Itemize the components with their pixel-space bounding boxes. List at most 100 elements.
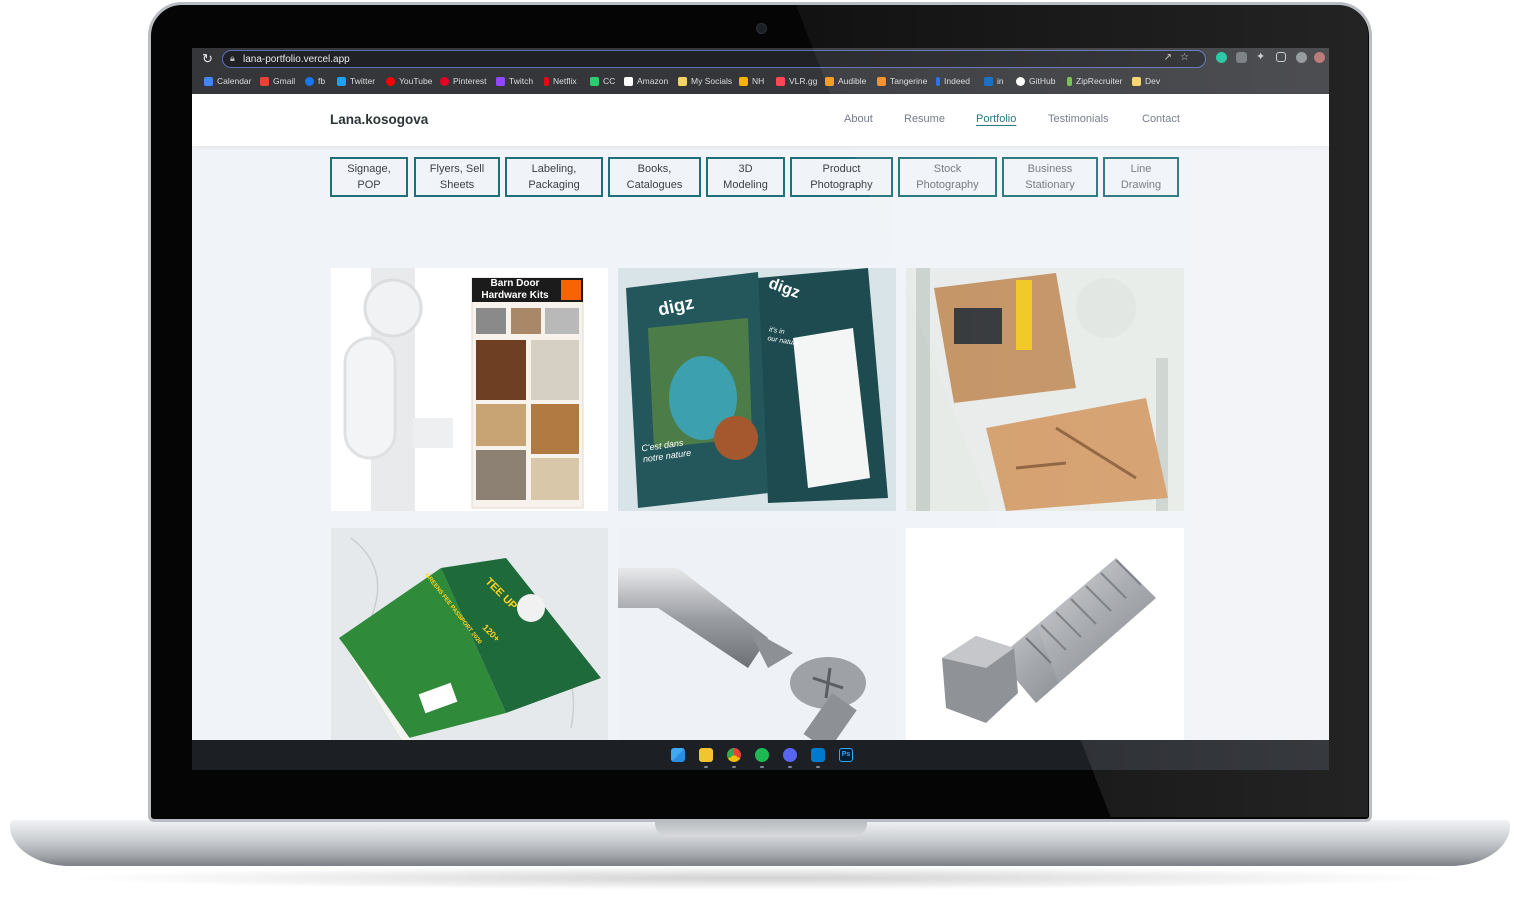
bookmark-star-icon[interactable]: ↗☆ <box>1164 52 1197 63</box>
filter-product-photography[interactable]: Product Photography <box>790 157 893 197</box>
filter-line-drawing[interactable]: Line Drawing <box>1103 157 1179 197</box>
audible-icon <box>825 76 834 86</box>
bookmark-tangerine[interactable]: Tangerine <box>877 76 927 86</box>
filter-label-line2: Drawing <box>1120 179 1162 191</box>
folder-icon <box>1132 76 1141 86</box>
file-explorer-icon[interactable] <box>699 748 713 762</box>
nav-contact[interactable]: Contact <box>1142 113 1180 125</box>
filter-label-line1: Line <box>1130 163 1152 175</box>
filter-label-line1: Labeling, <box>531 163 577 175</box>
twitch-icon <box>496 76 505 86</box>
puzzle-icon[interactable]: ✦ <box>1256 52 1267 63</box>
bookmark-gmail[interactable]: Gmail <box>260 76 295 86</box>
bookmark-amazon[interactable]: Amazon <box>624 76 668 86</box>
bookmarks-bar: Calendar Gmail fb Twitter YouTube Pinter… <box>192 70 1329 95</box>
reload-icon[interactable]: ↻ <box>202 51 213 67</box>
portfolio-tile-barn-door[interactable]: Barn Door Hardware Kits <box>331 268 608 511</box>
site-logo[interactable]: Lana.kosogova <box>330 112 428 127</box>
filter-label-line2: Sheets <box>439 179 475 191</box>
filter-label-line2: Modeling <box>723 179 768 191</box>
address-bar[interactable]: 🔒︎ lana-portfolio.vercel.app ↗☆ <box>222 50 1206 68</box>
account-icon[interactable] <box>1314 52 1325 63</box>
amazon-icon <box>624 76 633 86</box>
profile-avatar[interactable] <box>1296 52 1307 63</box>
hex-bolt-image <box>942 558 1156 723</box>
bookmark-cc[interactable]: CC <box>590 76 615 86</box>
sidepanel-icon[interactable] <box>1276 52 1286 62</box>
bookmark-twitch[interactable]: Twitch <box>496 76 533 86</box>
discord-icon[interactable] <box>783 748 797 762</box>
photoshop-icon[interactable]: Ps <box>839 748 853 762</box>
pinterest-icon <box>440 76 449 86</box>
running-indicator <box>732 766 736 768</box>
filter-label-line1: Product <box>822 163 861 175</box>
digz-back-tagline-line1: it's in <box>768 326 786 336</box>
filter-label-line2: Stationary <box>1025 179 1075 191</box>
bookmark-linkedin[interactable]: in <box>984 76 1004 86</box>
portfolio-tile-digz-flyers[interactable]: digz digz it's in our nature C'est dans no… <box>618 268 896 511</box>
laptop-shadow <box>60 866 1460 890</box>
laptop-notch <box>655 820 867 837</box>
filter-flyers[interactable]: Flyers, Sell Sheets <box>414 157 500 197</box>
filter-label-line2: Photography <box>916 179 979 191</box>
bookmark-my-socials[interactable]: My Socials <box>678 76 732 86</box>
chrome-icon[interactable] <box>727 748 741 762</box>
filter-label-line1: Stock <box>933 163 962 175</box>
calendar-icon <box>204 76 213 86</box>
portfolio-tile-screws[interactable] <box>906 268 1184 511</box>
nav-about[interactable]: About <box>844 113 873 125</box>
filter-label-line1: 3D <box>738 163 753 175</box>
cc-icon <box>590 76 599 86</box>
portfolio-tile-hex-bolt[interactable] <box>906 528 1184 740</box>
facebook-icon <box>305 76 314 86</box>
portfolio-tile-golf-book[interactable]: TEE UP 120+ GREENS FEE PASSPORT 2020 <box>331 528 608 740</box>
running-indicator <box>816 766 820 768</box>
portfolio-tile-screwdriver-bit[interactable] <box>618 528 896 740</box>
tangerine-icon <box>877 76 886 86</box>
folder-icon <box>678 76 687 86</box>
filter-signage-pop[interactable]: Signage, POP <box>330 157 408 197</box>
nav-resume[interactable]: Resume <box>904 113 945 125</box>
nav-testimonials[interactable]: Testimonials <box>1048 113 1109 125</box>
youtube-icon <box>386 76 395 86</box>
screw-products-image <box>916 268 1168 511</box>
nav-portfolio[interactable]: Portfolio <box>976 113 1016 125</box>
bookmark-github[interactable]: GitHub <box>1016 76 1055 86</box>
bookmark-netflix[interactable]: Netflix <box>544 76 577 86</box>
grammarly-icon[interactable] <box>1216 52 1227 63</box>
filter-label-line1: Business <box>1027 163 1073 175</box>
bookmark-indeed[interactable]: Indeed <box>936 76 970 86</box>
filter-label-line2: Catalogues <box>626 179 683 191</box>
filter-labeling[interactable]: Labeling, Packaging <box>505 157 603 197</box>
gmail-icon <box>260 76 269 86</box>
bookmark-fb[interactable]: fb <box>305 76 325 86</box>
filter-label-line1: Signage, <box>347 163 391 175</box>
windows-start-icon[interactable] <box>671 748 685 762</box>
bookmark-nh[interactable]: NH <box>739 76 764 86</box>
barn-door-title: Barn Door Hardware Kits <box>477 278 553 302</box>
screwdriver-bit-image <box>618 568 866 740</box>
bookmark-ziprecruiter[interactable]: ZipRecruiter <box>1067 76 1122 86</box>
filter-3d-modeling[interactable]: 3D Modeling <box>706 157 785 197</box>
bookmark-twitter[interactable]: Twitter <box>337 76 375 86</box>
filter-label-line2: Photography <box>810 179 873 191</box>
filter-books[interactable]: Books, Catalogues <box>608 157 701 197</box>
filter-business-stationary[interactable]: Business Stationary <box>1002 157 1098 197</box>
url-text[interactable]: lana-portfolio.vercel.app <box>243 53 350 66</box>
barn-door-title-line1: Barn Door <box>490 278 540 289</box>
spotify-icon[interactable] <box>755 748 769 762</box>
webcam <box>756 23 767 34</box>
extension-icon[interactable] <box>1236 52 1247 63</box>
filter-stock-photography[interactable]: Stock Photography <box>898 157 997 197</box>
bookmark-youtube[interactable]: YouTube <box>386 76 432 86</box>
windows-taskbar: Ps <box>192 740 1329 770</box>
bookmark-audible[interactable]: Audible <box>825 76 866 86</box>
bookmark-pinterest[interactable]: Pinterest <box>440 76 487 86</box>
bookmark-calendar[interactable]: Calendar <box>204 76 252 86</box>
vscode-icon[interactable] <box>811 748 825 762</box>
site-header: Lana.kosogova About Resume Portfolio Tes… <box>192 94 1329 146</box>
bookmark-vlr[interactable]: VLR.gg <box>776 76 817 86</box>
running-indicator <box>760 766 764 768</box>
bookmark-dev[interactable]: Dev <box>1132 76 1160 86</box>
netflix-icon <box>544 76 549 86</box>
